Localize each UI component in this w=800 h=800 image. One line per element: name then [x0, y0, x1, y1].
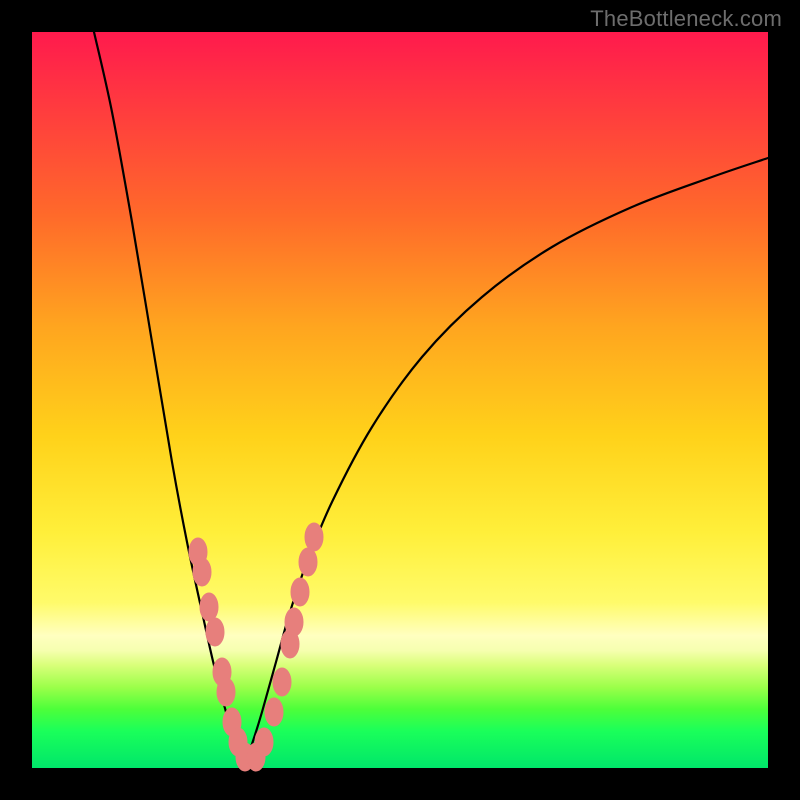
curve-right-branch [245, 158, 768, 762]
bead-marker [255, 728, 273, 756]
bead-marker [217, 678, 235, 706]
curve-left-branch [94, 32, 245, 762]
bead-marker [305, 523, 323, 551]
bead-marker [193, 558, 211, 586]
bead-marker [285, 608, 303, 636]
watermark-text: TheBottleneck.com [590, 6, 782, 32]
chart-frame: TheBottleneck.com [0, 0, 800, 800]
bead-marker [299, 548, 317, 576]
curves-svg [32, 32, 768, 768]
bead-marker [291, 578, 309, 606]
bead-marker [206, 618, 224, 646]
bead-marker [265, 698, 283, 726]
bead-marker [273, 668, 291, 696]
bead-marker [200, 593, 218, 621]
